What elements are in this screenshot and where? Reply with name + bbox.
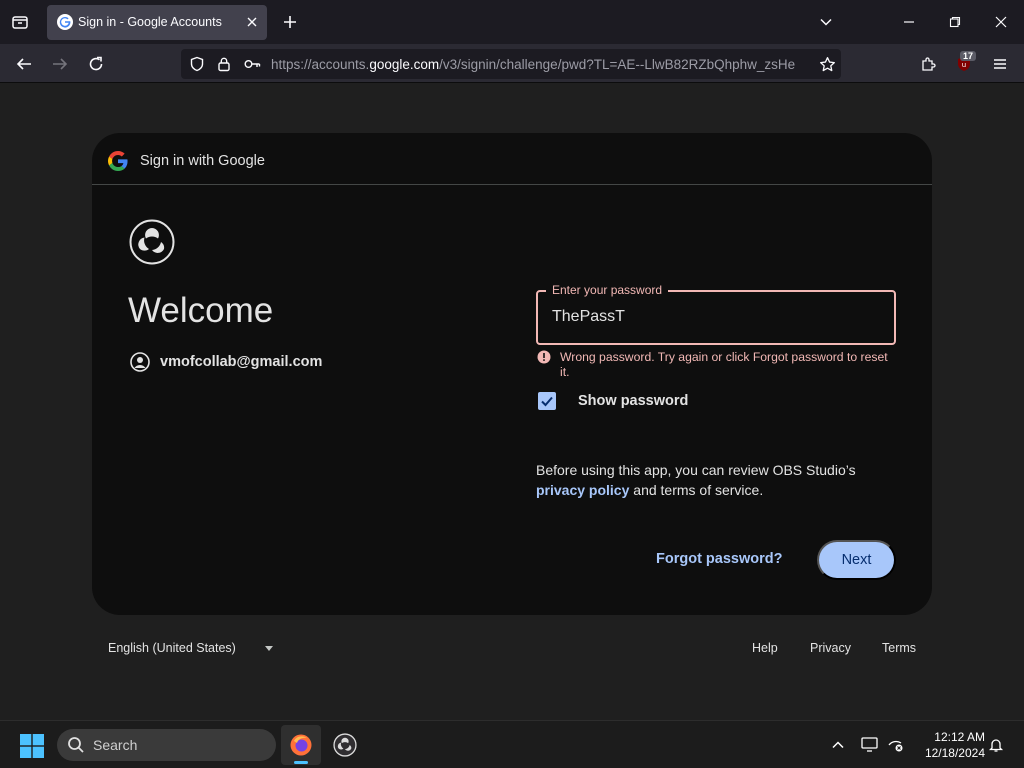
forward-icon[interactable] xyxy=(47,51,73,77)
show-password-label: Show password xyxy=(578,393,689,409)
google-favicon-icon xyxy=(57,14,73,30)
password-field[interactable]: Enter your password xyxy=(536,283,896,345)
card-header: Sign in with Google xyxy=(92,133,932,185)
obs-studio-logo-icon xyxy=(129,219,175,265)
consent-text-before: Before using this app, you can review OB… xyxy=(536,462,856,478)
taskbar-clock[interactable]: 12:12 AM 12/18/2024 xyxy=(915,729,985,761)
network-disconnected-icon[interactable] xyxy=(886,735,906,755)
menu-icon[interactable] xyxy=(987,51,1013,77)
address-bar[interactable]: https://accounts.google.com/v3/signin/ch… xyxy=(181,49,841,79)
welcome-heading: Welcome xyxy=(128,291,274,330)
key-icon[interactable] xyxy=(243,55,261,73)
firefox-icon xyxy=(290,734,312,756)
taskbar: Search 12:12 AM 12/18/2024 xyxy=(0,720,1024,768)
search-icon xyxy=(68,737,84,753)
tracking-protection-shield-icon[interactable] xyxy=(188,55,206,73)
chevron-down-icon[interactable] xyxy=(814,10,838,34)
url-domain: google.com xyxy=(369,57,440,72)
new-tab-icon[interactable] xyxy=(280,12,300,32)
tab-title: Sign in - Google Accounts xyxy=(78,15,222,29)
url-prefix: https://accounts. xyxy=(271,57,370,72)
display-icon[interactable] xyxy=(860,735,880,755)
obs-icon xyxy=(333,733,357,757)
privacy-policy-link[interactable]: privacy policy xyxy=(536,482,629,498)
restore-icon[interactable] xyxy=(943,10,967,34)
close-window-icon[interactable] xyxy=(989,10,1013,34)
svg-text:u: u xyxy=(962,61,966,69)
forgot-password-link[interactable]: Forgot password? xyxy=(656,551,782,567)
active-indicator xyxy=(294,761,308,764)
password-error-message: Wrong password. Try again or click Forgo… xyxy=(560,350,888,379)
next-button[interactable]: Next xyxy=(817,540,896,580)
google-g-icon xyxy=(108,151,128,171)
chevron-up-icon[interactable] xyxy=(828,735,848,755)
clock-date: 12/18/2024 xyxy=(924,746,985,760)
close-tab-icon[interactable] xyxy=(242,12,262,32)
sign-in-card: Sign in with Google Welcome vmofcollab@g… xyxy=(92,133,932,615)
consent-text-after: and terms of service. xyxy=(633,482,764,498)
notification-bell-icon[interactable] xyxy=(986,735,1006,755)
show-password-checkbox[interactable] xyxy=(538,392,556,410)
clock-time: 12:12 AM xyxy=(934,730,985,744)
obs-taskbar-button[interactable] xyxy=(325,725,365,765)
footer-terms-link[interactable]: Terms xyxy=(882,641,916,655)
windows-start-icon[interactable] xyxy=(20,734,44,758)
back-icon[interactable] xyxy=(11,51,37,77)
error-icon xyxy=(537,350,551,364)
card-header-title: Sign in with Google xyxy=(140,153,265,169)
bookmark-star-icon[interactable] xyxy=(817,54,837,74)
url-path: /v3/signin/challenge/pwd?TL=AE--LlwB82RZ… xyxy=(439,57,796,72)
footer-help-link[interactable]: Help xyxy=(752,641,778,655)
password-field-label: Enter your password xyxy=(546,283,669,297)
language-dropdown-caret-icon[interactable] xyxy=(265,646,273,651)
account-email: vmofcollab@gmail.com xyxy=(160,354,323,370)
minimize-icon[interactable] xyxy=(897,10,921,34)
lock-icon[interactable] xyxy=(215,55,233,73)
footer-privacy-link[interactable]: Privacy xyxy=(810,641,851,655)
account-circle-icon xyxy=(130,352,150,372)
search-label: Search xyxy=(93,737,138,753)
url-text[interactable]: https://accounts.google.com/v3/signin/ch… xyxy=(271,57,806,72)
taskbar-search[interactable]: Search xyxy=(57,729,276,761)
tab-list-icon[interactable] xyxy=(8,10,32,34)
reload-icon[interactable] xyxy=(83,51,109,77)
firefox-taskbar-button[interactable] xyxy=(281,725,321,765)
show-password-toggle[interactable]: Show password xyxy=(538,392,688,410)
tab-google-accounts[interactable]: Sign in - Google Accounts xyxy=(47,5,267,40)
tab-strip: Sign in - Google Accounts xyxy=(0,0,1024,44)
extension-badge: 17 xyxy=(960,51,977,61)
navigation-bar: https://accounts.google.com/v3/signin/ch… xyxy=(0,44,1024,83)
extensions-puzzle-icon[interactable] xyxy=(915,51,941,77)
consent-text: Before using this app, you can review OB… xyxy=(536,460,896,500)
password-input[interactable] xyxy=(552,308,872,326)
account-chip[interactable]: vmofcollab@gmail.com xyxy=(130,351,322,373)
checkmark-icon xyxy=(541,396,553,407)
language-selector[interactable]: English (United States) xyxy=(108,641,236,655)
